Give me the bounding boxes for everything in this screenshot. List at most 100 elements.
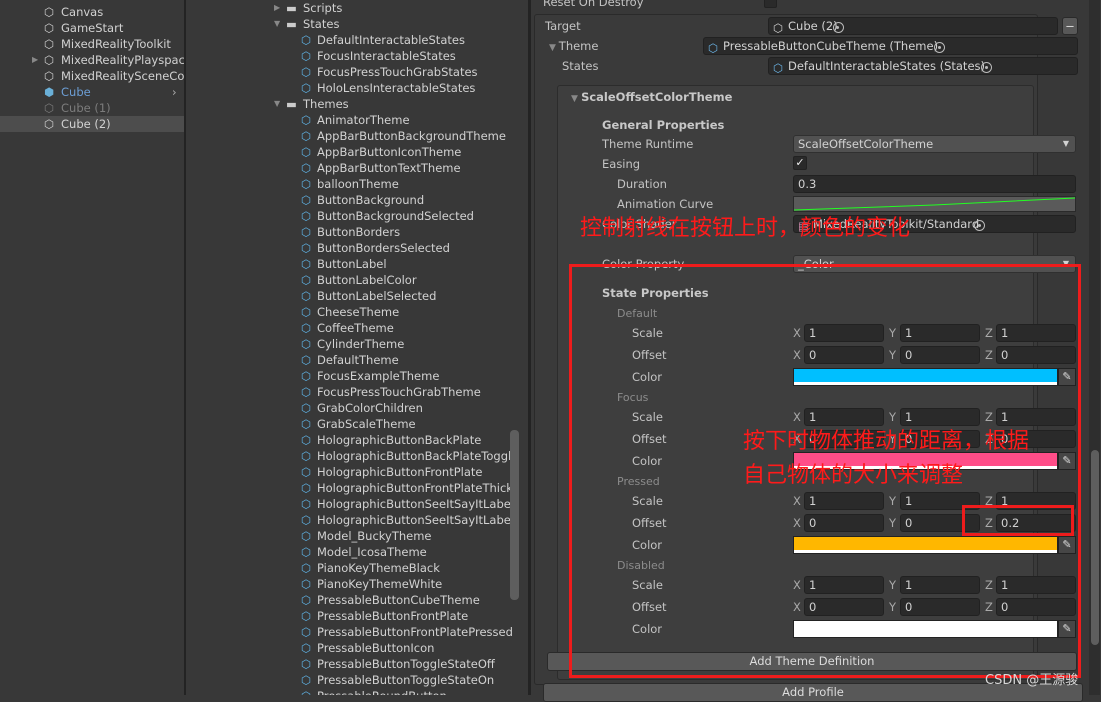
project-item[interactable]: ⬡ PressableButtonCubeTheme [186,592,516,608]
project-item[interactable]: ⬡ PressableButtonToggleStateOff [186,656,516,672]
project-item[interactable]: ⬡ HolographicButtonBackPlateToggle [186,448,518,464]
project-item-label: ButtonBackground [317,193,425,207]
project-item[interactable]: ⬡ Model_IcosaTheme [186,544,516,560]
hierarchy-item-label: Cube (1) [61,101,111,115]
project-item-label: PressableButtonToggleStateOn [317,673,495,687]
project-item[interactable]: ▼ ▬ Themes [186,96,516,112]
project-item[interactable]: ⬡ AnimatorTheme [186,112,516,128]
project-item-label: ButtonLabelColor [317,273,417,287]
scriptable-object-icon: ⬡ [301,33,312,47]
project-item[interactable]: ⬡ PressableButtonIcon [186,640,516,656]
expand-arrow-icon[interactable]: ▼ [274,16,280,32]
project-item[interactable]: ⬡ ButtonLabelSelected [186,288,516,304]
scriptable-object-icon: ⬡ [301,113,312,127]
project-item[interactable]: ⬡ HolographicButtonFrontPlate [186,464,516,480]
project-item-label: ButtonBordersSelected [317,241,450,255]
hierarchy-item-label: GameStart [61,21,124,35]
scriptable-object-icon: ⬡ [301,305,312,319]
project-item[interactable]: ⬡ FocusInteractableStates [186,48,516,64]
project-item[interactable]: ▶ ▬ Scripts [186,0,516,16]
inspector-scrollbar-thumb[interactable] [1091,450,1099,645]
project-item[interactable]: ⬡ PressableButtonToggleStateOn [186,672,516,688]
chevron-right-icon[interactable]: › [172,84,177,100]
expand-arrow-icon[interactable]: ▼ [274,96,280,112]
annotation-note: 控制射线在按钮上时，颜色的变化 [580,216,911,241]
project-item[interactable]: ⬡ HolographicButtonSeeItSayItLabel [186,496,516,512]
scriptable-object-icon: ⬡ [301,417,312,431]
scriptable-object-icon: ⬡ [301,497,312,511]
hierarchy-item-label: Cube (2) [61,117,111,131]
project-item[interactable]: ⬡ PianoKeyThemeWhite [186,576,516,592]
project-item[interactable]: ⬡ ButtonBorders [186,224,516,240]
easing-checkbox[interactable]: ✓ [793,156,807,170]
dropdown-arrow-icon: ▼ [1062,139,1069,148]
project-item[interactable]: ⬡ HolographicButtonBackPlate [186,432,516,448]
project-item[interactable]: ⬡ AppBarButtonTextTheme [186,160,516,176]
project-item[interactable]: ⬡ HolographicButtonFrontPlateThick [186,480,516,496]
project-item[interactable]: ⬡ PressableButtonFrontPlate [186,608,516,624]
states-field[interactable]: ⬡ DefaultInteractableStates (States) [768,57,1078,75]
project-item[interactable]: ⬡ CoffeeTheme [186,320,516,336]
gameobject-icon: ⬡ [773,21,784,35]
reset-on-destroy-label: Reset On Destroy [543,0,644,9]
target-field[interactable]: ⬡ Cube (2) [768,17,1058,35]
theme-definition-foldout[interactable]: ▼ ScaleOffsetColorTheme [571,90,732,104]
scriptable-object-icon: ⬡ [301,129,312,143]
project-item[interactable]: ⬡ DefaultTheme [186,352,516,368]
gameobject-icon: ⬡ [44,101,55,115]
project-item[interactable]: ⬡ ButtonBordersSelected [186,240,516,256]
hierarchy-item[interactable]: ⬡ MixedRealityToolkit [30,36,184,52]
object-picker-icon[interactable] [934,42,946,53]
project-item-label: PressableButtonCubeTheme [317,593,480,607]
project-item[interactable]: ⬡ FocusPressTouchGrabTheme [186,384,516,400]
theme-foldout[interactable]: ▼ Theme [549,39,598,53]
project-item[interactable]: ⬡ ButtonBackground [186,192,516,208]
project-item[interactable]: ⬡ ButtonBackgroundSelected [186,208,516,224]
project-item[interactable]: ⬡ AppBarButtonIconTheme [186,144,516,160]
project-item[interactable]: ⬡ ButtonLabelColor [186,272,516,288]
project-scrollbar[interactable] [510,430,519,600]
hierarchy-item[interactable]: ⬡ Cube (1) [30,100,184,116]
project-item[interactable]: ⬡ GrabColorChildren [186,400,516,416]
scriptable-object-icon: ⬡ [301,385,312,399]
project-item[interactable]: ⬡ Model_BuckyTheme [186,528,516,544]
hierarchy-item[interactable]: ⬡ MixedRealitySceneContent [30,68,184,84]
object-picker-icon[interactable] [832,22,844,33]
project-item-label: Themes [303,97,349,111]
project-item[interactable]: ⬡ DefaultInteractableStates [186,32,516,48]
hierarchy-item[interactable]: ⬡ Canvas [30,4,184,20]
scriptable-object-icon: ⬡ [301,561,312,575]
object-picker-icon[interactable] [974,220,986,231]
duration-field[interactable]: 0.3 [793,175,1076,193]
reset-on-destroy-checkbox[interactable] [764,0,777,8]
project-item-label: ButtonBackgroundSelected [317,209,474,223]
project-item[interactable]: ⬡ HoloLensInteractableStates [186,80,516,96]
collapse-arrow-icon[interactable]: ▶ [274,0,280,16]
hierarchy-item[interactable]: ⬡ Cube (2) [30,116,184,132]
project-item[interactable]: ⬡ PressableRoundButton [186,688,516,695]
expand-arrow-icon[interactable]: ▶ [32,52,38,68]
theme-runtime-dropdown[interactable]: ScaleOffsetColorTheme ▼ [793,135,1076,153]
project-item[interactable]: ⬡ ButtonLabel [186,256,516,272]
project-item[interactable]: ⬡ CheeseTheme [186,304,516,320]
project-item[interactable]: ⬡ PressableButtonFrontPlatePressed [186,624,516,640]
hierarchy-item[interactable]: ⬢ Cube › [30,84,184,100]
scriptable-object-icon: ⬡ [301,401,312,415]
project-item[interactable]: ⬡ balloonTheme [186,176,516,192]
theme-field[interactable]: ⬡ PressableButtonCubeTheme (Theme) [703,37,1078,55]
hierarchy-item[interactable]: ▶ ⬡ MixedRealityPlayspace [30,52,184,68]
project-item[interactable]: ⬡ FocusExampleTheme [186,368,516,384]
remove-target-button[interactable]: − [1062,17,1078,35]
project-item[interactable]: ⬡ GrabScaleTheme [186,416,516,432]
project-item-label: CylinderTheme [317,337,405,351]
project-item[interactable]: ⬡ FocusPressTouchGrabStates [186,64,516,80]
object-picker-icon[interactable] [981,62,992,73]
project-item[interactable]: ▼ ▬ States [186,16,516,32]
project-item[interactable]: ⬡ HolographicButtonSeeItSayItLabel [186,512,516,528]
hierarchy-item[interactable]: ⬡ GameStart [30,20,184,36]
project-item[interactable]: ⬡ AppBarButtonBackgroundTheme [186,128,516,144]
project-item[interactable]: ⬡ CylinderTheme [186,336,516,352]
scriptable-object-icon: ⬡ [301,465,312,479]
project-item[interactable]: ⬡ PianoKeyThemeBlack [186,560,516,576]
animation-curve-label: Animation Curve [617,197,714,211]
